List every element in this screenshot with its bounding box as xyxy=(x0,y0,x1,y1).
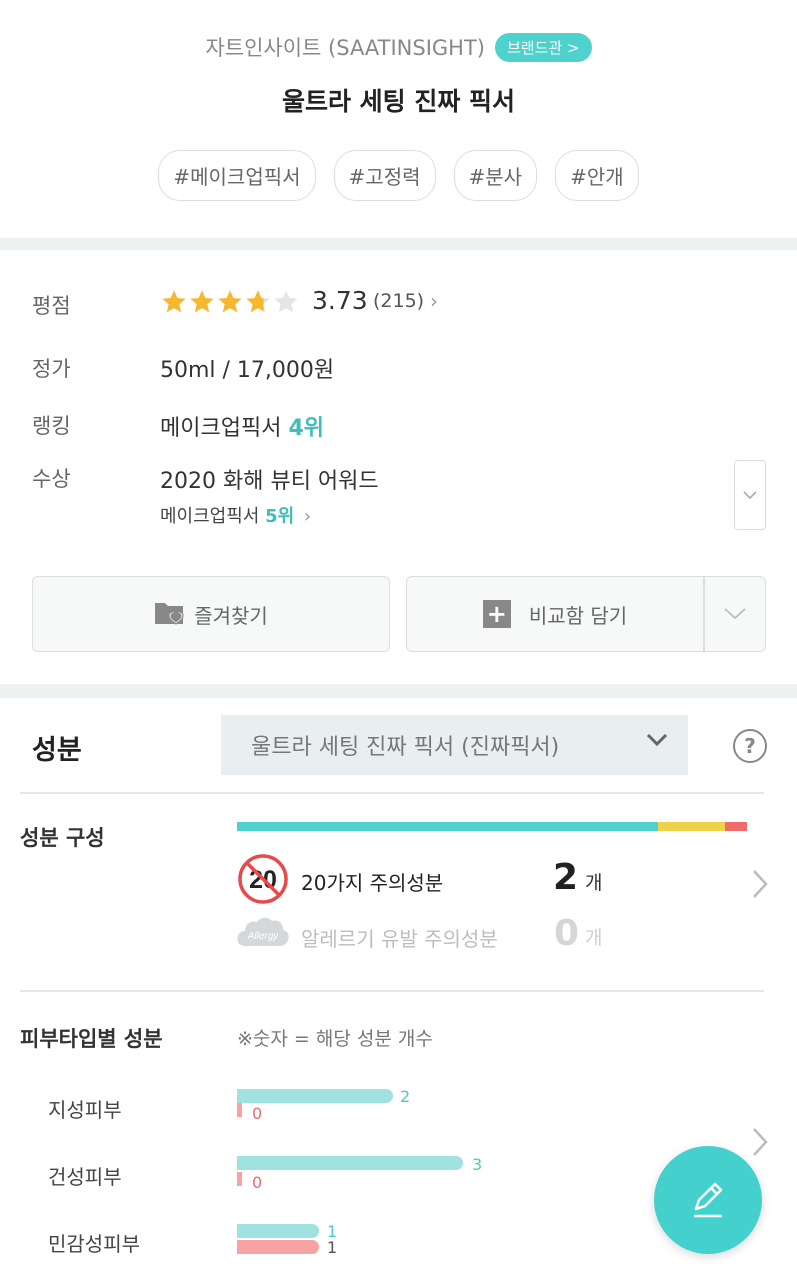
caution-20-label: 20가지 주의성분 xyxy=(301,871,444,895)
composition-bar-moderate xyxy=(658,822,725,831)
help-icon[interactable]: ? xyxy=(733,729,767,763)
skin-good-bar xyxy=(237,1156,463,1170)
compare-dropdown-button[interactable] xyxy=(704,577,766,651)
chevron-down-icon xyxy=(743,491,757,500)
pencil-icon xyxy=(694,1182,723,1218)
section-divider xyxy=(0,684,797,698)
award-category: 메이크업픽서 xyxy=(160,506,260,527)
rating-value: 3.73 xyxy=(312,286,368,315)
plus-icon: + xyxy=(482,600,511,628)
composition-bar xyxy=(237,822,747,831)
tag-item[interactable]: #고정력 xyxy=(333,150,436,201)
chevron-down-icon xyxy=(724,608,746,620)
tag-list: #메이크업픽서 #고정력 #분사 #안개 xyxy=(0,150,797,201)
favorite-label: 즐겨찾기 xyxy=(194,603,268,628)
divider xyxy=(20,990,764,992)
skin-type-title: 피부타입별 성분 xyxy=(20,1027,163,1051)
allergy-label: 알레르기 유발 주의성분 xyxy=(301,927,498,951)
composition-bar-safe xyxy=(237,822,659,831)
product-info: 평점 3.73 (215) › 정가 50ml / 17,000원 랭킹 메이크… xyxy=(0,250,797,684)
brand-name[interactable]: 자트인사이트 (SAATINSIGHT) xyxy=(205,32,485,62)
award-label: 수상 xyxy=(32,467,71,491)
allergy-badge: Allergy xyxy=(247,931,280,942)
skin-type-label: 민감성피부 xyxy=(48,1232,140,1256)
write-review-button[interactable] xyxy=(654,1146,762,1254)
award-rank: 5위 xyxy=(265,506,295,527)
skin-bad-count: 1 xyxy=(327,1238,338,1257)
skin-good-count: 2 xyxy=(400,1087,411,1106)
caution-20-count: 2 xyxy=(553,857,579,898)
favorite-button[interactable]: 즐겨찾기 xyxy=(32,576,390,652)
rating-count[interactable]: (215) xyxy=(373,290,424,312)
ranking-value[interactable]: 메이크업픽서 4위 xyxy=(160,410,324,442)
allergy-cloud-icon: Allergy xyxy=(237,917,289,946)
ranking-rank: 4위 xyxy=(288,416,325,441)
star-icon xyxy=(188,288,216,316)
compare-button-group: + 비교함 담기 xyxy=(406,576,766,652)
skin-bad-bar xyxy=(237,1172,242,1186)
star-half-icon xyxy=(244,288,272,316)
skin-bad-count: 0 xyxy=(252,1173,263,1192)
composition-bar-hazard xyxy=(724,822,747,831)
folder-heart-icon xyxy=(155,603,184,625)
star-icon xyxy=(160,288,188,316)
composition-title: 성분 구성 xyxy=(20,826,105,850)
skin-type-detail-chevron-icon[interactable] xyxy=(752,1126,768,1166)
skin-type-label: 건성피부 xyxy=(48,1165,122,1189)
tag-item[interactable]: #안개 xyxy=(555,150,639,201)
count-unit: 개 xyxy=(585,927,603,949)
skin-good-count: 3 xyxy=(472,1155,483,1174)
tag-item[interactable]: #분사 xyxy=(453,150,538,201)
section-divider xyxy=(0,238,797,250)
allergy-count: 0 xyxy=(554,913,580,954)
tag-item[interactable]: #메이크업픽서 xyxy=(158,150,316,201)
expand-awards-button[interactable] xyxy=(734,460,766,530)
star-empty-icon xyxy=(272,288,300,316)
skin-type-label: 지성피부 xyxy=(48,1098,122,1122)
ranking-category: 메이크업픽서 xyxy=(160,416,282,441)
chevron-down-icon xyxy=(646,733,668,747)
caution-20-icon: 20 xyxy=(238,854,288,904)
chevron-right-icon[interactable]: › xyxy=(430,289,438,313)
divider xyxy=(20,792,764,794)
add-to-compare-button[interactable]: + 비교함 담기 xyxy=(407,577,703,651)
star-icon xyxy=(216,288,244,316)
skin-bad-count: 0 xyxy=(252,1104,263,1123)
product-header: 자트인사이트 (SAATINSIGHT) 브랜드관 > 울트라 세팅 진짜 픽서… xyxy=(0,0,797,238)
skin-bad-bar xyxy=(237,1103,242,1117)
rating-stars[interactable] xyxy=(160,288,300,316)
skin-bad-bar xyxy=(237,1240,319,1254)
brand-shop-button[interactable]: 브랜드관 > xyxy=(494,32,592,62)
skin-type-note: ※숫자 = 해당 성분 개수 xyxy=(237,1028,433,1050)
brand-row: 자트인사이트 (SAATINSIGHT) 브랜드관 > xyxy=(0,32,797,62)
award-title: 2020 화해 뷰티 어워드 xyxy=(160,469,379,494)
composition-detail-chevron-icon[interactable] xyxy=(752,868,768,908)
chevron-right-icon: › xyxy=(303,506,312,527)
product-title: 울트라 세팅 진짜 픽서 xyxy=(281,87,516,116)
product-select-value: 울트라 세팅 진짜 픽서 (진짜픽서) xyxy=(251,735,560,760)
count-unit: 개 xyxy=(585,872,603,894)
price-value: 50ml / 17,000원 xyxy=(160,358,335,383)
award-ranking-link[interactable]: 메이크업픽서 5위 › xyxy=(160,502,311,528)
ranking-label: 랭킹 xyxy=(32,414,71,438)
skin-good-bar xyxy=(237,1089,393,1103)
price-label: 정가 xyxy=(32,357,71,381)
ingredients-title: 성분 xyxy=(32,735,82,766)
skin-good-bar xyxy=(237,1224,319,1238)
product-select[interactable]: 울트라 세팅 진짜 픽서 (진짜픽서) xyxy=(221,715,688,775)
compare-label: 비교함 담기 xyxy=(528,603,628,628)
rating-label: 평점 xyxy=(32,294,71,318)
